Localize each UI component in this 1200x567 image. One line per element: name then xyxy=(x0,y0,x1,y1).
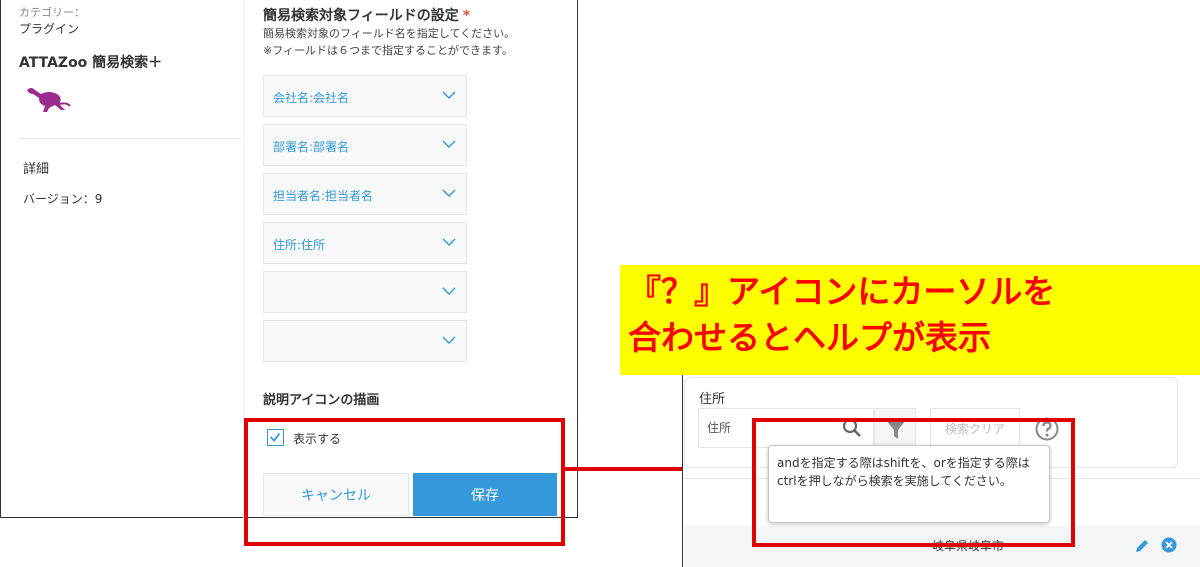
details-link[interactable]: 詳細 xyxy=(23,158,49,177)
close-circle-icon[interactable] xyxy=(1161,537,1177,553)
highlight-frame-help xyxy=(752,418,1075,547)
field-select-6[interactable] xyxy=(263,320,467,362)
category-value: プラグイン xyxy=(19,22,80,36)
section-title-text: 簡易検索対象フィールドの設定 xyxy=(263,8,459,24)
section-description: 簡易検索対象のフィールド名を指定してください。 xyxy=(263,27,516,40)
chevron-down-icon xyxy=(442,140,456,148)
chevron-down-icon xyxy=(442,91,456,99)
plugin-info-column: カテゴリー： プラグイン ATTAZoo 簡易検索＋ 詳細 バージョン：9 xyxy=(1,0,241,518)
highlight-frame-settings xyxy=(244,418,565,546)
search-field-label: 住所 xyxy=(699,392,726,407)
field-select-5[interactable] xyxy=(263,271,467,313)
kangaroo-icon xyxy=(27,88,71,112)
chevron-down-icon xyxy=(442,238,456,246)
field-select-value: 住所:住所 xyxy=(273,238,326,252)
field-select-3[interactable]: 担当者名:担当者名 xyxy=(263,173,467,215)
field-select-1[interactable]: 会社名:会社名 xyxy=(263,75,467,117)
version-label: バージョン：9 xyxy=(23,192,103,206)
field-select-2[interactable]: 部署名:部署名 xyxy=(263,124,467,166)
plugin-name: ATTAZoo 簡易検索＋ xyxy=(19,55,163,71)
field-select-value: 担当者名:担当者名 xyxy=(273,189,374,203)
icon-section-title: 説明アイコンの描画 xyxy=(263,393,380,408)
pencil-icon[interactable] xyxy=(1133,537,1151,555)
field-select-value: 部署名:部署名 xyxy=(273,140,350,154)
field-select-4[interactable]: 住所:住所 xyxy=(263,222,467,264)
category-label: カテゴリー： xyxy=(19,6,85,19)
callout-banner: 『？』アイコンにカーソルを 合わせるとヘルプが表示 xyxy=(620,265,1200,375)
callout-line-1: 『？』アイコンにカーソルを xyxy=(628,272,1056,311)
field-select-value: 会社名:会社名 xyxy=(273,91,350,105)
divider xyxy=(19,138,241,139)
section-title: 簡易検索対象フィールドの設定 * xyxy=(263,5,470,25)
section-note: ※フィールドは６つまで指定することができます。 xyxy=(263,44,513,57)
callout-line-2: 合わせるとヘルプが表示 xyxy=(628,318,991,357)
chevron-down-icon xyxy=(442,189,456,197)
chevron-down-icon xyxy=(442,336,456,344)
chevron-down-icon xyxy=(442,287,456,295)
required-mark: * xyxy=(462,8,471,24)
